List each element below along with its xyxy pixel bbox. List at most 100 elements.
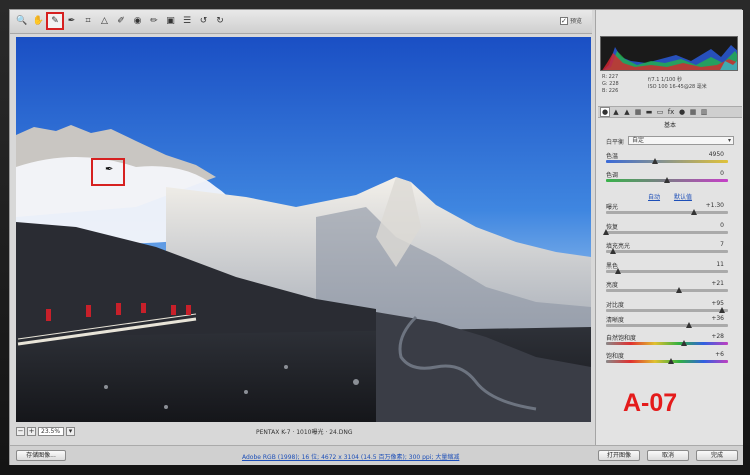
presets-tab-icon[interactable]: ▦: [689, 108, 697, 116]
fill-light-slider[interactable]: 填充亮光 7: [606, 241, 736, 257]
contrast-label: 对比度: [606, 301, 625, 309]
iso-lens: ISO 100 16-45@28 毫米: [648, 84, 707, 90]
clarity-value[interactable]: +36: [711, 315, 724, 322]
vibrance-thumb[interactable]: [681, 340, 688, 346]
brightness-track[interactable]: [606, 289, 728, 292]
clarity-slider[interactable]: 清晰度 +36: [606, 315, 736, 331]
preferences-icon[interactable]: ☰: [180, 14, 194, 28]
cancel-button[interactable]: 取消: [647, 450, 689, 461]
zoom-icon[interactable]: 🔍: [15, 14, 29, 28]
contrast-value[interactable]: +95: [711, 300, 724, 307]
green-value: G: 228: [602, 81, 619, 87]
done-button[interactable]: 完成: [696, 450, 738, 461]
bottom-bar: 存储图像... Adobe RGB (1998); 16 位; 4672 x 3…: [10, 445, 743, 465]
contrast-slider[interactable]: 对比度 +95: [606, 300, 736, 316]
zoom-dropdown-icon[interactable]: ▾: [66, 426, 75, 436]
saturation-thumb[interactable]: [667, 358, 674, 364]
fill-light-track[interactable]: [606, 250, 728, 253]
clarity-thumb[interactable]: [685, 322, 692, 328]
pixel-readout: R: 227 G: 228 B: 226 f/7.1 1/100 秒 ISO 1…: [602, 74, 740, 104]
contrast-track[interactable]: [606, 308, 728, 312]
panel-tabs: ● ▲ ▲ ▦ ▬ ▭ fx ● ▦ ▥: [598, 106, 742, 118]
clarity-track[interactable]: [606, 324, 728, 327]
color-sampler-icon[interactable]: ✒: [65, 14, 79, 28]
fill-light-value[interactable]: 7: [720, 241, 724, 248]
red-value: R: 227: [602, 74, 619, 80]
saturation-label: 饱和度: [606, 353, 625, 360]
rotate-right-icon[interactable]: ↻: [213, 14, 227, 28]
eyedropper-icon: ✒: [105, 164, 114, 175]
clarity-label: 清晰度: [606, 317, 625, 324]
hsl-tab-icon[interactable]: ▦: [634, 108, 642, 116]
tint-thumb[interactable]: [664, 177, 670, 183]
image-status-bar: − + 23.5% ▾ PENTAX K-7 · 1010曝光 · 24.DNG: [16, 424, 591, 438]
blacks-slider[interactable]: 黑色 11: [606, 261, 736, 277]
auto-link[interactable]: 自动: [648, 194, 660, 201]
contrast-thumb[interactable]: [718, 306, 725, 313]
recovery-slider[interactable]: 恢复 0: [603, 222, 736, 238]
red-eye-icon[interactable]: ◉: [131, 14, 145, 28]
vibrance-slider[interactable]: 自然饱和度 +28: [606, 333, 736, 349]
zoom-in-button[interactable]: +: [27, 426, 36, 436]
recovery-value[interactable]: 0: [720, 222, 724, 229]
white-balance-icon[interactable]: ✎: [46, 12, 64, 30]
tone-curve-tab-icon[interactable]: ▲: [612, 108, 620, 116]
exposure-value[interactable]: +1.30: [706, 202, 724, 209]
fill-light-thumb[interactable]: [610, 248, 617, 254]
lens-tab-icon[interactable]: ▭: [656, 108, 664, 116]
recovery-track[interactable]: [606, 230, 728, 234]
tint-label: 色调: [606, 172, 619, 179]
saturation-slider[interactable]: 饱和度 +6: [606, 351, 736, 367]
blacks-thumb[interactable]: [615, 267, 622, 274]
detail-tab-icon[interactable]: ▲: [623, 108, 631, 116]
split-toning-tab-icon[interactable]: ▬: [645, 108, 653, 116]
chevron-down-icon: ▾: [727, 137, 731, 144]
brightness-thumb[interactable]: [676, 287, 683, 293]
vibrance-value[interactable]: +28: [711, 333, 724, 340]
exposure-slider[interactable]: 曝光 +1.30: [606, 202, 736, 218]
crop-icon[interactable]: ⌗: [81, 14, 95, 28]
temperature-thumb[interactable]: [651, 158, 658, 164]
zoom-level-select[interactable]: 23.5%: [38, 426, 64, 436]
open-image-button[interactable]: 打开图像: [598, 450, 640, 461]
straighten-icon[interactable]: △: [98, 14, 112, 28]
temperature-label: 色温: [606, 153, 619, 160]
zoom-out-button[interactable]: −: [16, 426, 25, 436]
camera-calibration-tab-icon[interactable]: ●: [678, 108, 686, 116]
toolbar: ✓ 预览 🔍 ✋ ✎ ✒ ⌗ △ ✐ ◉ ✏ ▣ ☰ ↺ ↻: [10, 10, 592, 34]
exposure-track[interactable]: [606, 211, 728, 214]
workflow-options-link[interactable]: Adobe RGB (1998); 16 位; 4672 x 3104 (14.…: [242, 452, 459, 461]
snapshots-tab-icon[interactable]: ▥: [700, 108, 708, 116]
hand-icon[interactable]: ✋: [32, 14, 46, 28]
white-balance-select[interactable]: 自定 ▾: [628, 136, 734, 145]
preview-label: 预览: [569, 18, 582, 25]
basic-tab-icon[interactable]: ●: [600, 107, 610, 117]
exposure-thumb[interactable]: [690, 209, 697, 215]
brightness-value[interactable]: +21: [711, 280, 724, 287]
spot-removal-icon[interactable]: ✐: [114, 14, 128, 28]
default-link[interactable]: 默认值: [674, 194, 692, 201]
overlay-step-label: A-07: [623, 389, 678, 417]
tint-value[interactable]: 0: [720, 170, 724, 177]
graduated-filter-icon[interactable]: ▣: [164, 14, 178, 28]
fx-tab-icon[interactable]: fx: [667, 108, 675, 116]
rotate-left-icon[interactable]: ↺: [197, 14, 211, 28]
blacks-value[interactable]: 11: [716, 261, 724, 268]
temperature-value[interactable]: 4950: [709, 151, 724, 158]
vibrance-track[interactable]: [606, 342, 728, 345]
histogram-graph: [602, 45, 737, 70]
preview-checkbox[interactable]: ✓ 预览: [559, 16, 582, 25]
temperature-track[interactable]: [606, 160, 728, 163]
save-image-button[interactable]: 存储图像...: [16, 450, 66, 461]
mountain-photo: [16, 37, 591, 422]
adjustment-brush-icon[interactable]: ✏: [147, 14, 161, 28]
blacks-track[interactable]: [606, 269, 728, 273]
brightness-slider[interactable]: 亮度 +21: [606, 280, 736, 296]
white-balance-label: 白平衡: [606, 139, 625, 146]
saturation-value[interactable]: +6: [715, 351, 724, 358]
brightness-label: 亮度: [606, 282, 619, 289]
recovery-thumb[interactable]: [603, 228, 609, 235]
tint-slider[interactable]: 色调 0: [606, 170, 736, 186]
temperature-slider[interactable]: 色温 4950: [606, 151, 736, 167]
image-preview[interactable]: ✒: [16, 37, 591, 422]
